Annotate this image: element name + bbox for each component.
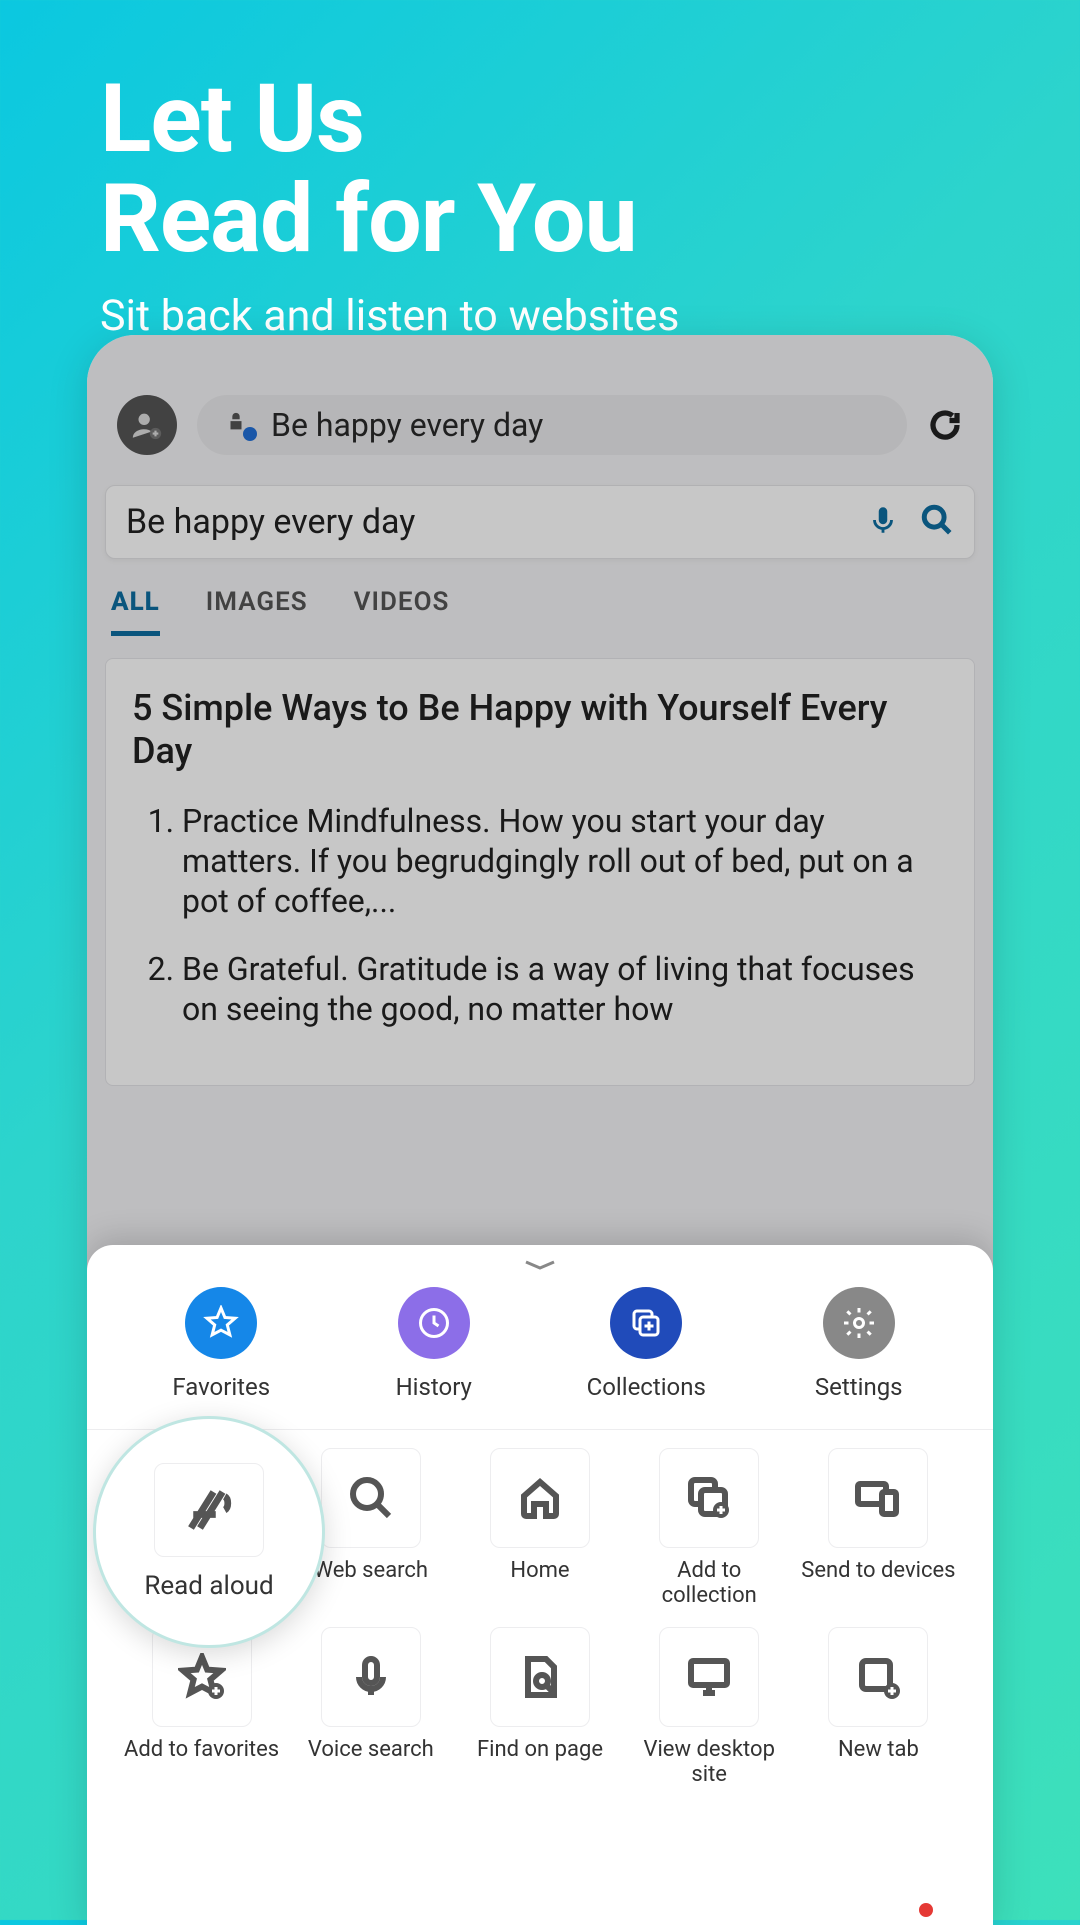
grid-find-on-page[interactable]: Find on page	[461, 1627, 618, 1788]
bottom-sheet: Favorites History Collections Settings	[87, 1245, 993, 1925]
search-tabs: ALL IMAGES VIDEOS	[87, 559, 993, 636]
new-tab-icon	[854, 1653, 902, 1701]
quick-favorites[interactable]: Favorites	[146, 1287, 296, 1401]
search-icon	[920, 503, 954, 537]
quick-actions-row: Favorites History Collections Settings	[87, 1281, 993, 1430]
search-box[interactable]: Be happy every day	[105, 485, 975, 559]
result-list-item: Be Grateful. Gratitude is a way of livin…	[182, 949, 948, 1029]
mic-button[interactable]	[866, 503, 900, 541]
read-aloud-icon	[182, 1483, 236, 1537]
site-lock-icon	[225, 411, 253, 439]
notification-dot-icon	[919, 1903, 933, 1917]
star-plus-icon	[178, 1653, 226, 1701]
tab-videos[interactable]: VIDEOS	[354, 587, 450, 636]
send-devices-icon	[854, 1474, 902, 1522]
grid-send-devices[interactable]: Send to devices	[800, 1448, 957, 1609]
grid-add-collection[interactable]: Add to collection	[631, 1448, 788, 1609]
grid-home[interactable]: Home	[461, 1448, 618, 1609]
grid-add-favorites[interactable]: Add to favorites	[123, 1627, 280, 1788]
url-text: Be happy every day	[271, 406, 543, 444]
desktop-icon	[685, 1653, 733, 1701]
history-icon	[416, 1305, 452, 1341]
result-list: Practice Mindfulness. How you start your…	[132, 801, 948, 1029]
result-card[interactable]: 5 Simple Ways to Be Happy with Yourself …	[105, 658, 975, 1086]
quick-history[interactable]: History	[359, 1287, 509, 1401]
grid-voice-search[interactable]: Voice search	[292, 1627, 449, 1788]
collections-icon	[628, 1305, 664, 1341]
search-button[interactable]	[920, 503, 954, 541]
sheet-handle[interactable]	[520, 1259, 560, 1271]
grid-new-tab[interactable]: New tab	[800, 1627, 957, 1788]
mic-icon	[866, 503, 900, 537]
reload-button[interactable]	[927, 407, 963, 443]
quick-settings[interactable]: Settings	[784, 1287, 934, 1401]
url-bar[interactable]: Be happy every day	[197, 395, 907, 455]
gear-icon	[841, 1305, 877, 1341]
tab-images[interactable]: IMAGES	[206, 587, 308, 636]
star-icon	[203, 1305, 239, 1341]
phone-frame: Be happy every day Be happy every day AL…	[87, 335, 993, 1925]
quick-collections[interactable]: Collections	[571, 1287, 721, 1401]
browser-topbar: Be happy every day	[87, 335, 993, 475]
add-collection-icon	[685, 1474, 733, 1522]
profile-avatar[interactable]	[117, 395, 177, 455]
hero-title: Let Us Read for You	[100, 70, 980, 270]
home-icon	[516, 1474, 564, 1522]
chevron-down-icon	[522, 1259, 558, 1271]
sheet-grid-area: Read aloud Web search Home Add to coll	[87, 1430, 993, 1807]
person-plus-icon	[130, 408, 164, 442]
search-icon	[347, 1474, 395, 1522]
search-query-text: Be happy every day	[126, 502, 846, 542]
reload-icon	[927, 407, 963, 443]
tab-all[interactable]: ALL	[111, 587, 160, 636]
read-aloud-highlight[interactable]: Read aloud	[93, 1416, 325, 1648]
find-page-icon	[516, 1653, 564, 1701]
result-title: 5 Simple Ways to Be Happy with Yourself …	[132, 687, 948, 773]
mic-icon	[347, 1653, 395, 1701]
grid-view-desktop[interactable]: View desktop site	[631, 1627, 788, 1788]
result-list-item: Practice Mindfulness. How you start your…	[182, 801, 948, 921]
